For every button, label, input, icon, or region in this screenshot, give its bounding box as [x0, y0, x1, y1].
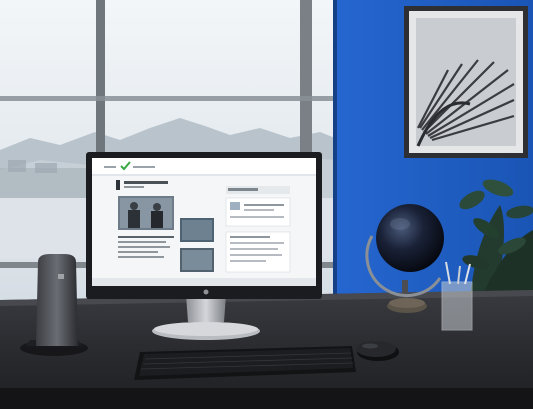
monitor-logo [203, 289, 209, 295]
framed-art [404, 6, 528, 158]
monitor-stand [186, 295, 226, 322]
office-desk-scene [0, 0, 533, 409]
scene-canvas [0, 0, 533, 409]
